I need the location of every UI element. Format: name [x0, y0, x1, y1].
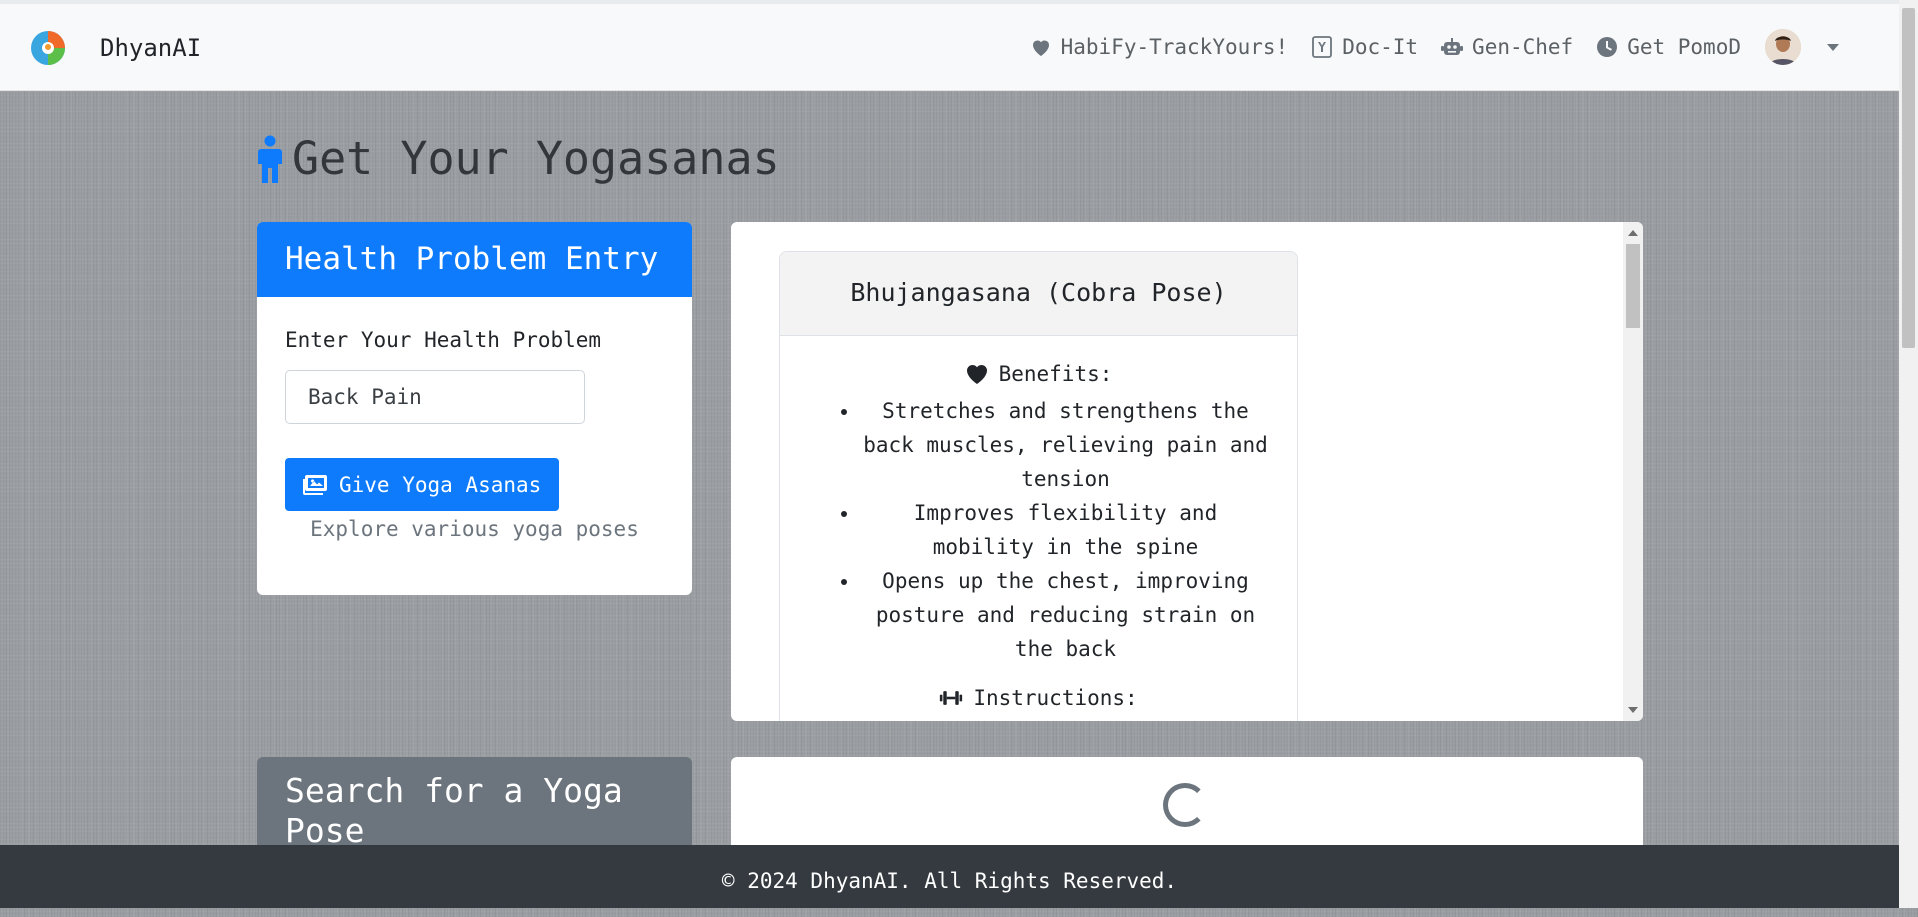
- explore-hint: Explore various yoga poses: [310, 517, 639, 541]
- benefits-title: Benefits:: [780, 362, 1297, 386]
- clock-icon: [1597, 37, 1618, 57]
- page-title-text: Get Your Yogasanas: [292, 132, 780, 185]
- instructions-title: Instructions:: [780, 686, 1297, 710]
- user-photo-icon: [1765, 29, 1801, 65]
- page-scrollbar[interactable]: [1899, 0, 1918, 908]
- nav-item-label: Doc-It: [1342, 35, 1419, 59]
- nav-item-label: HabiFy-TrackYours!: [1060, 35, 1289, 59]
- health-entry-card: Health Problem Entry Enter Your Health P…: [257, 222, 692, 595]
- nav-item-habify[interactable]: HabiFy-TrackYours!: [1029, 35, 1289, 59]
- chevron-down-icon[interactable]: [1827, 43, 1839, 51]
- list-item: Improves flexibility and mobility in the…: [860, 496, 1271, 564]
- yahoo-icon: [1312, 36, 1333, 58]
- page-scroll-thumb[interactable]: [1902, 8, 1915, 348]
- pose-name: Bhujangasana (Cobra Pose): [780, 252, 1297, 336]
- yoga-results-panel[interactable]: Bhujangasana (Cobra Pose) Benefits: Stre…: [731, 222, 1643, 721]
- scroll-down-icon[interactable]: [1628, 707, 1638, 713]
- pose-card: Bhujangasana (Cobra Pose) Benefits: Stre…: [779, 251, 1298, 721]
- heart-icon: [966, 364, 987, 384]
- nav-item-doc-it[interactable]: Doc-It: [1310, 35, 1418, 59]
- scroll-up-icon[interactable]: [1628, 230, 1638, 236]
- list-item: Stretches and strengthens the back muscl…: [860, 394, 1271, 496]
- page-title: Get Your Yogasanas: [254, 132, 780, 185]
- nav-item-label: Gen-Chef: [1472, 35, 1574, 59]
- health-problem-input[interactable]: [285, 370, 585, 424]
- loading-spinner-icon: [1163, 783, 1207, 827]
- nav-item-get-pomod[interactable]: Get PomoD: [1595, 35, 1741, 59]
- person-icon: [258, 135, 282, 183]
- instructions-title-text: Instructions:: [973, 686, 1138, 710]
- footer: © 2024 DhyanAI. All Rights Reserved.: [0, 845, 1899, 908]
- give-yoga-asanas-label: Give Yoga Asanas: [339, 472, 542, 497]
- images-icon: [303, 474, 327, 495]
- dumbbell-icon: [940, 691, 963, 705]
- heart-icon: [1032, 40, 1049, 56]
- give-yoga-asanas-button[interactable]: Give Yoga Asanas: [285, 458, 560, 511]
- scroll-thumb[interactable]: [1626, 244, 1640, 328]
- list-item: Opens up the chest, improving posture an…: [860, 564, 1271, 666]
- avatar[interactable]: [1765, 29, 1801, 65]
- navbar: DhyanAI HabiFy-TrackYours! Doc-It Gen-Ch…: [0, 4, 1899, 91]
- nav-item-gen-chef[interactable]: Gen-Chef: [1440, 35, 1573, 59]
- benefits-list: Stretches and strengthens the back muscl…: [780, 394, 1297, 666]
- robot-icon: [1441, 38, 1464, 55]
- nav-links: HabiFy-TrackYours! Doc-It Gen-Chef Get P…: [1029, 4, 1839, 90]
- nav-item-label: Get PomoD: [1627, 35, 1741, 59]
- footer-text: © 2024 DhyanAI. All Rights Reserved.: [721, 869, 1178, 893]
- health-problem-label: Enter Your Health Problem: [285, 328, 602, 352]
- benefits-title-text: Benefits:: [998, 362, 1113, 386]
- health-entry-header: Health Problem Entry: [257, 222, 692, 297]
- results-scrollbar[interactable]: [1623, 222, 1643, 721]
- brand-name[interactable]: DhyanAI: [100, 34, 201, 62]
- brand-logo-icon[interactable]: [30, 30, 66, 66]
